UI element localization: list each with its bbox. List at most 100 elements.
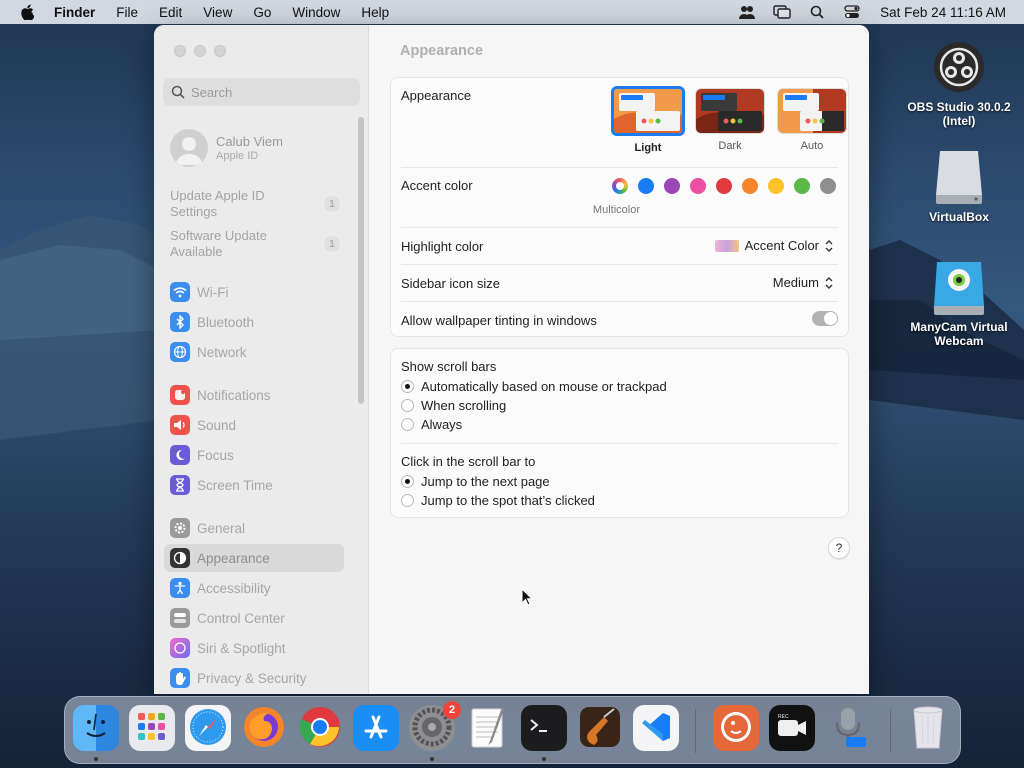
sidebar-item-notifications[interactable]: Notifications xyxy=(164,381,344,409)
help-button[interactable]: ? xyxy=(828,537,850,559)
scrollbar-thumb[interactable] xyxy=(358,117,364,404)
notice-software-update[interactable]: Software Update Available 1 xyxy=(170,228,340,260)
theme-option-light[interactable]: Light xyxy=(611,86,685,154)
menu-view[interactable]: View xyxy=(203,5,232,20)
sidebar-item-network[interactable]: Network xyxy=(164,338,344,366)
dock-app-store[interactable] xyxy=(353,705,399,751)
control-center-icon[interactable] xyxy=(843,4,861,20)
notice-update-apple-id[interactable]: Update Apple ID Settings 1 xyxy=(170,188,340,220)
dock-chrome[interactable] xyxy=(297,705,343,751)
bluetooth-icon xyxy=(170,312,190,332)
sidebar-item-focus[interactable]: Focus xyxy=(164,441,344,469)
dock-trash[interactable] xyxy=(905,705,951,751)
toggle-knob xyxy=(824,312,837,325)
accent-multicolor-swatch[interactable] xyxy=(612,178,628,194)
radio-scroll-always[interactable]: Always xyxy=(401,417,462,432)
sidebar-item-wifi[interactable]: Wi-Fi xyxy=(164,278,344,306)
menu-go[interactable]: Go xyxy=(253,5,271,20)
sidebar-item-general[interactable]: General xyxy=(164,514,344,542)
radio-scroll-when-scrolling[interactable]: When scrolling xyxy=(401,398,506,413)
sidebar-item-bluetooth[interactable]: Bluetooth xyxy=(164,308,344,336)
dock-terminal[interactable] xyxy=(521,705,567,751)
apple-menu-icon[interactable] xyxy=(18,3,36,21)
accent-blue-swatch[interactable] xyxy=(638,178,654,194)
control-center-icon xyxy=(170,608,190,628)
radio-label: When scrolling xyxy=(421,398,507,413)
radio-button[interactable] xyxy=(401,380,414,393)
desktop-icon-obs[interactable]: OBS Studio 30.0.2 (Intel) xyxy=(899,38,1019,128)
dock-garageband[interactable] xyxy=(577,705,623,751)
theme-option-dark[interactable]: Dark xyxy=(695,88,765,152)
menu-window[interactable]: Window xyxy=(292,5,340,20)
sidebar-item-appearance[interactable]: Appearance xyxy=(164,544,344,572)
sidebar-icon-size-label: Sidebar icon size xyxy=(401,276,500,291)
theme-option-auto[interactable]: Auto xyxy=(777,88,847,152)
dock-firefox[interactable] xyxy=(241,705,287,751)
garageband-icon xyxy=(578,705,622,752)
dock-duckduckgo[interactable] xyxy=(713,705,759,751)
dock-vscode[interactable] xyxy=(633,705,679,751)
radio-label: Jump to the next page xyxy=(421,474,550,489)
finder-icon xyxy=(79,710,113,747)
radio-jump-next-page[interactable]: Jump to the next page xyxy=(401,474,550,489)
accent-color-picker xyxy=(612,178,836,194)
accent-red-swatch[interactable] xyxy=(716,178,732,194)
highlight-color-popup[interactable]: Accent Color xyxy=(714,238,834,253)
minimize-button[interactable] xyxy=(194,45,206,57)
menu-help[interactable]: Help xyxy=(361,5,389,20)
sidebar-item-screen-time[interactable]: Screen Time xyxy=(164,471,344,499)
wallpaper-tinting-row: Allow wallpaper tinting in windows xyxy=(401,302,838,338)
apple-id-profile[interactable]: Calub Viem Apple ID xyxy=(170,129,283,167)
dock-textedit[interactable] xyxy=(465,705,511,751)
dock-finder[interactable] xyxy=(73,705,119,751)
radio-scroll-automatic[interactable]: Automatically based on mouse or trackpad xyxy=(401,379,667,394)
sidebar-item-privacy-security[interactable]: Privacy & Security xyxy=(164,664,344,692)
radio-button[interactable] xyxy=(401,399,414,412)
screen-mirroring-icon[interactable] xyxy=(773,4,791,20)
highlight-value: Accent Color xyxy=(744,238,819,253)
sidebar-item-siri-spotlight[interactable]: Siri & Spotlight xyxy=(164,634,344,662)
dock-screen-recorder[interactable]: REC xyxy=(769,705,815,751)
close-button[interactable] xyxy=(174,45,186,57)
dock-launchpad[interactable] xyxy=(129,705,175,751)
sidebar-item-label: Sound xyxy=(197,417,237,433)
menu-edit[interactable]: Edit xyxy=(159,5,182,20)
sidebar-item-accessibility[interactable]: Accessibility xyxy=(164,574,344,602)
dock-safari[interactable] xyxy=(185,705,231,751)
dock-system-settings[interactable]: 2 xyxy=(409,701,461,751)
user-switch-icon[interactable] xyxy=(738,4,756,20)
accent-graphite-swatch[interactable] xyxy=(820,178,836,194)
accent-pink-swatch[interactable] xyxy=(690,178,706,194)
desktop-icon-virtualbox[interactable]: VirtualBox xyxy=(899,148,1019,224)
search-field[interactable] xyxy=(163,78,360,106)
accent-color-row: Accent color Multicolor xyxy=(401,168,838,228)
radio-label: Always xyxy=(421,417,463,432)
sidebar-scrollbar[interactable] xyxy=(358,117,364,404)
wallpaper-tinting-toggle[interactable] xyxy=(812,311,838,326)
desktop-icon-label: OBS Studio 30.0.2 (Intel) xyxy=(907,100,1011,128)
menu-clock[interactable]: Sat Feb 24 11:16 AM xyxy=(880,5,1006,20)
sidebar-item-sound[interactable]: Sound xyxy=(164,411,344,439)
search-input[interactable] xyxy=(191,84,351,100)
desktop-icon-manycam[interactable]: ManyCam Virtual Webcam xyxy=(899,258,1019,348)
radio-button[interactable] xyxy=(401,494,414,507)
menu-file[interactable]: File xyxy=(116,5,138,20)
sidebar-item-label: Notifications xyxy=(197,387,271,403)
accent-purple-swatch[interactable] xyxy=(664,178,680,194)
spotlight-search-icon[interactable] xyxy=(808,4,826,20)
sidebar-icon-size-popup[interactable]: Medium xyxy=(773,275,834,290)
sidebar-item-control-center[interactable]: Control Center xyxy=(164,604,344,632)
profile-subtitle: Apple ID xyxy=(216,150,259,162)
zoom-button[interactable] xyxy=(214,45,226,57)
firefox-icon xyxy=(242,705,286,752)
menu-app-name[interactable]: Finder xyxy=(54,5,95,20)
accent-orange-swatch[interactable] xyxy=(742,178,758,194)
wifi-icon xyxy=(170,282,190,302)
accent-green-swatch[interactable] xyxy=(794,178,810,194)
accent-yellow-swatch[interactable] xyxy=(768,178,784,194)
dock-audio-recorder[interactable] xyxy=(825,705,871,751)
sidebar-item-label: Network xyxy=(197,344,247,360)
radio-button[interactable] xyxy=(401,475,414,488)
radio-button[interactable] xyxy=(401,418,414,431)
radio-jump-to-spot[interactable]: Jump to the spot that’s clicked xyxy=(401,493,595,508)
